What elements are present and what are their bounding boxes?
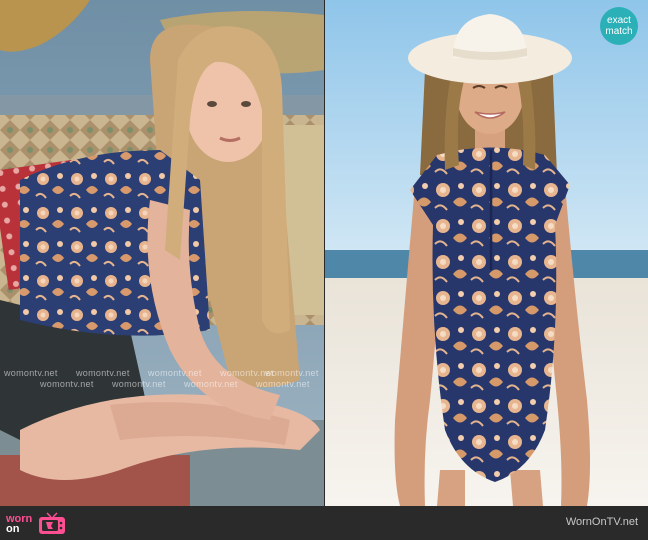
badge-line2: match [605,26,633,37]
badge-line1: exact [607,15,631,26]
left-photo [0,0,324,506]
footer-bar: worn on WornOnTV.net [0,506,648,540]
right-photo-illustration [325,0,648,506]
logo-word2: on [6,523,20,535]
logo-wordmark: worn on [6,514,32,535]
exact-match-badge[interactable]: exact match [600,7,638,45]
tv-icon [39,512,66,534]
site-url[interactable]: WornOnTV.net [566,516,638,528]
photo-area: womontv.net womontv.net womontv.net womo… [0,0,648,506]
left-photo-illustration [0,0,324,506]
right-photo [325,0,648,506]
site-logo[interactable]: worn on [6,511,69,537]
